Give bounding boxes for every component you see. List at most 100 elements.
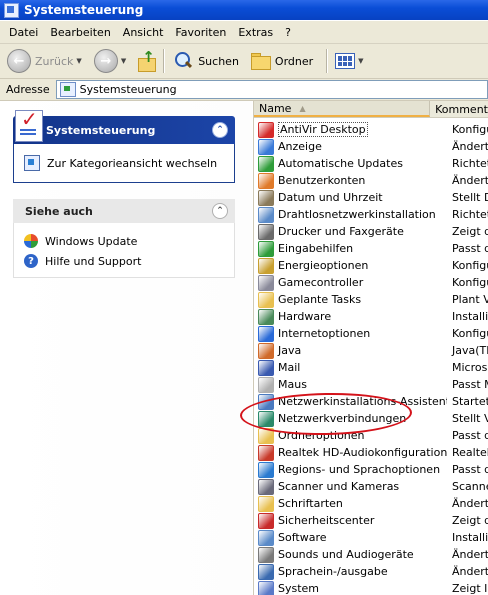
- list-item-name-cell[interactable]: Energieoptionen: [254, 257, 447, 274]
- list-item[interactable]: Schriftarten Ändert,: [254, 495, 488, 512]
- list-item-name-cell[interactable]: Drahtlosnetzwerkinstallation: [254, 206, 447, 223]
- list-item[interactable]: Automatische Updates Richtet: [254, 155, 488, 172]
- column-header-comment[interactable]: Komment: [430, 101, 488, 117]
- task-pane: ✓ Systemsteuerung ⌃ Zur Kategorieansicht…: [0, 101, 252, 595]
- list-item[interactable]: Drahtlosnetzwerkinstallation Richtet: [254, 206, 488, 223]
- menu-tools[interactable]: Extras: [232, 26, 279, 39]
- toolbar: ← Zurück ▼ → ▼ ↑ Suchen Ordner ▼: [0, 44, 488, 79]
- list-item-comment: Passt di: [452, 429, 488, 442]
- list-item-comment: Stellt D: [452, 191, 488, 204]
- list-item-name: Hardware: [278, 310, 332, 323]
- windows-update-link[interactable]: Windows Update: [24, 231, 234, 251]
- views-dropdown-icon[interactable]: ▼: [358, 57, 363, 65]
- list-item[interactable]: Geplante Tasks Plant Vo: [254, 291, 488, 308]
- list-item-name-cell[interactable]: Netzwerkverbindungen: [254, 410, 447, 427]
- list-item-name-cell[interactable]: Realtek HD-Audiokonfiguration: [254, 444, 447, 461]
- help-support-label: Hilfe und Support: [45, 254, 142, 268]
- collapse-icon[interactable]: ⌃: [212, 203, 228, 219]
- list-item-comment: Passt d: [452, 463, 488, 476]
- forward-dropdown-icon[interactable]: ▼: [121, 57, 126, 65]
- list-item[interactable]: Maus Passt M: [254, 376, 488, 393]
- control-panel-box-header[interactable]: ✓ Systemsteuerung ⌃: [13, 109, 235, 144]
- list-item-name: Sounds und Audiogeräte: [278, 548, 414, 561]
- list-item[interactable]: Sicherheitscenter Zeigt de: [254, 512, 488, 529]
- list-item-name: AntiVir Desktop: [278, 122, 368, 137]
- list-item[interactable]: Netzwerkverbindungen Stellt Ve: [254, 410, 488, 427]
- list-item-name-cell[interactable]: Drucker und Faxgeräte: [254, 223, 447, 240]
- list-item[interactable]: Sounds und Audiogeräte Ändert: [254, 546, 488, 563]
- switch-category-view-link[interactable]: Zur Kategorieansicht wechseln: [24, 155, 217, 171]
- back-dropdown-icon[interactable]: ▼: [76, 57, 81, 65]
- list-item-name-cell[interactable]: Gamecontroller: [254, 274, 447, 291]
- list-item-name-cell[interactable]: Sicherheitscenter: [254, 512, 447, 529]
- list-item-name-cell[interactable]: Ordneroptionen: [254, 427, 447, 444]
- title-bar[interactable]: Systemsteuerung: [0, 0, 488, 20]
- help-support-link[interactable]: ? Hilfe und Support: [24, 251, 234, 271]
- list-item[interactable]: Java Java(TM: [254, 342, 488, 359]
- list-item-name-cell[interactable]: Anzeige: [254, 138, 447, 155]
- list-item-name-cell[interactable]: Regions- und Sprachoptionen: [254, 461, 447, 478]
- list-item[interactable]: Mail Microso: [254, 359, 488, 376]
- folders-button[interactable]: Ordner: [248, 47, 316, 75]
- list-item[interactable]: AntiVir Desktop Konfigu: [254, 121, 488, 138]
- list-item-name-cell[interactable]: Benutzerkonten: [254, 172, 447, 189]
- list-item-name-cell[interactable]: AntiVir Desktop: [254, 121, 447, 138]
- list-item-name-cell[interactable]: Maus: [254, 376, 447, 393]
- list-item[interactable]: Netzwerkinstallations-Assistent Startet: [254, 393, 488, 410]
- list-item[interactable]: System Zeigt I: [254, 580, 488, 595]
- address-field[interactable]: Systemsteuerung: [55, 80, 488, 99]
- list-item[interactable]: Gamecontroller Konfigu: [254, 274, 488, 291]
- list-item-name-cell[interactable]: Sounds und Audiogeräte: [254, 546, 447, 563]
- control-panel-item-icon: [258, 563, 274, 580]
- list-item-name-cell[interactable]: Internetoptionen: [254, 325, 447, 342]
- collapse-icon[interactable]: ⌃: [212, 122, 228, 138]
- control-panel-item-icon: [258, 478, 274, 495]
- list-item[interactable]: Benutzerkonten Ändert: [254, 172, 488, 189]
- list-item-name-cell[interactable]: Software: [254, 529, 447, 546]
- list-item[interactable]: Eingabehilfen Passt d: [254, 240, 488, 257]
- list-item-name-cell[interactable]: Eingabehilfen: [254, 240, 447, 257]
- list-item[interactable]: Drucker und Faxgeräte Zeigt di: [254, 223, 488, 240]
- list-item-name-cell[interactable]: Hardware: [254, 308, 447, 325]
- address-bar: Adresse Systemsteuerung: [0, 79, 488, 101]
- list-item[interactable]: Software Installie: [254, 529, 488, 546]
- list-item[interactable]: Sprachein-/ausgabe Ändert: [254, 563, 488, 580]
- list-item-name-cell[interactable]: Datum und Uhrzeit: [254, 189, 447, 206]
- back-button[interactable]: ← Zurück ▼: [4, 47, 85, 75]
- list-item-name-cell[interactable]: Scanner und Kameras: [254, 478, 447, 495]
- menu-help[interactable]: ?: [279, 26, 297, 39]
- up-folder-button[interactable]: ↑: [133, 47, 159, 75]
- list-item-name-cell[interactable]: Sprachein-/ausgabe: [254, 563, 447, 580]
- list-item[interactable]: Scanner und Kameras Scanner: [254, 478, 488, 495]
- list-item-comment: Konfigu: [452, 276, 488, 289]
- control-panel-item-icon: [258, 223, 274, 240]
- menu-favorites[interactable]: Favoriten: [169, 26, 232, 39]
- column-header-name[interactable]: Name ▲: [254, 101, 431, 117]
- list-item[interactable]: Hardware Installie: [254, 308, 488, 325]
- list-item[interactable]: Realtek HD-Audiokonfiguration Realtek: [254, 444, 488, 461]
- search-button[interactable]: Suchen: [169, 47, 242, 75]
- list-item-name-cell[interactable]: Schriftarten: [254, 495, 447, 512]
- list-item-name-cell[interactable]: Netzwerkinstallations-Assistent: [254, 393, 447, 410]
- list-item-name-cell[interactable]: Automatische Updates: [254, 155, 447, 172]
- address-value[interactable]: Systemsteuerung: [80, 83, 177, 96]
- list-item[interactable]: Internetoptionen Konfigu: [254, 325, 488, 342]
- menu-edit[interactable]: Bearbeiten: [44, 26, 116, 39]
- list-item-comment: Zeigt I: [452, 582, 488, 595]
- list-item-name-cell[interactable]: Java: [254, 342, 447, 359]
- list-item[interactable]: Ordneroptionen Passt di: [254, 427, 488, 444]
- list-item[interactable]: Datum und Uhrzeit Stellt D: [254, 189, 488, 206]
- views-button[interactable]: ▼: [332, 47, 366, 75]
- list-item-name-cell[interactable]: Mail: [254, 359, 447, 376]
- list-item-name-cell[interactable]: Geplante Tasks: [254, 291, 447, 308]
- list-item[interactable]: Regions- und Sprachoptionen Passt d: [254, 461, 488, 478]
- list-item-comment: Ändert: [452, 565, 488, 578]
- list-item-name-cell[interactable]: System: [254, 580, 447, 595]
- see-also-header[interactable]: Siehe auch ⌃: [13, 199, 235, 223]
- list-item[interactable]: Energieoptionen Konfigu: [254, 257, 488, 274]
- list-item[interactable]: Anzeige Ändert: [254, 138, 488, 155]
- menu-view[interactable]: Ansicht: [117, 26, 170, 39]
- menu-file[interactable]: Datei: [0, 26, 44, 39]
- forward-button[interactable]: → ▼: [91, 47, 129, 75]
- control-panel-item-icon: [258, 512, 274, 529]
